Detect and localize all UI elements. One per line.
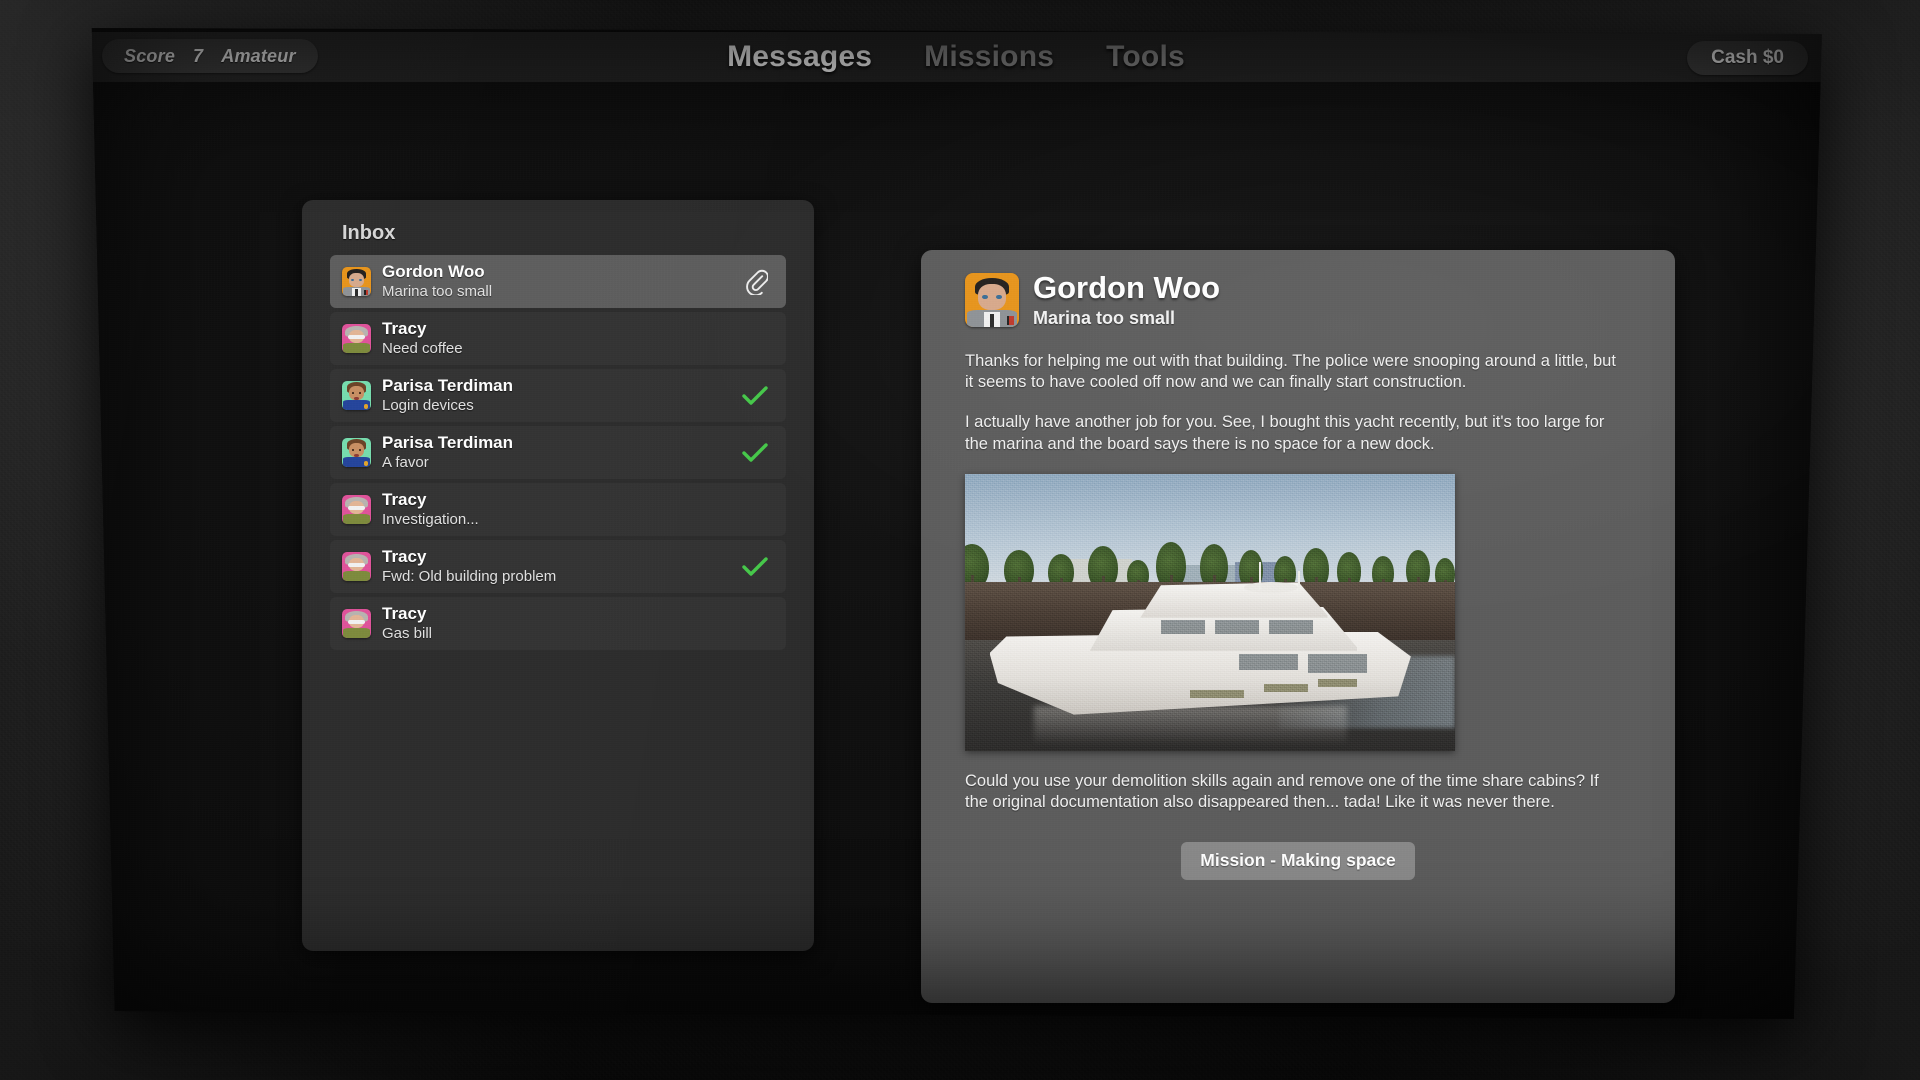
message-panel: Gordon Woo Marina too small Thanks for h… [921,250,1675,1003]
inbox-row-subject: Fwd: Old building problem [382,567,557,585]
attachment-icon [746,269,768,295]
inbox-list: Gordon Woo Marina too small Tracy Need coff… [330,255,786,650]
cash-value: Cash $0 [1711,47,1784,68]
inbox-row-sender: Parisa Terdiman [382,433,514,453]
app-body: Inbox Gordon Woo Marina too small Tracy Nee… [92,82,1822,1019]
inbox-row-subject: Need coffee [382,339,463,357]
inbox-row-sender: Tracy [382,319,427,339]
inbox-row[interactable]: Parisa Terdiman Login devices [330,369,786,422]
message-paragraph-1: Thanks for helping me out with that buil… [965,351,1616,392]
avatar [342,267,371,296]
inbox-row[interactable]: Tracy Need coffee [330,312,786,365]
inbox-row-subject: Investigation... [382,510,479,528]
inbox-row[interactable]: Gordon Woo Marina too small [330,255,786,308]
cash-hud: Cash $0 [1687,41,1808,75]
read-check-icon [742,556,768,578]
avatar [342,324,371,353]
avatar [342,552,371,581]
inbox-row-sender: Gordon Woo [382,262,485,282]
yacht-photo [965,473,1455,751]
inbox-row-sender: Tracy [382,547,427,567]
message-paragraph-3: Could you use your demolition skills aga… [965,771,1599,812]
inbox-row[interactable]: Tracy Gas bill [330,597,786,650]
message-header: Gordon Woo Marina too small [921,250,1675,329]
inbox-row[interactable]: Tracy Fwd: Old building problem [330,540,786,593]
tab-missions[interactable]: Missions [924,40,1054,74]
inbox-row-subject: Marina too small [382,282,493,300]
tab-tools[interactable]: Tools [1106,40,1185,74]
inbox-panel: Inbox Gordon Woo Marina too small Tracy Nee… [302,200,814,951]
inbox-row-subject: Login devices [382,396,474,414]
mission-button-row: Mission - Making space [921,842,1675,881]
inbox-row-subject: A favor [382,453,429,471]
inbox-row[interactable]: Tracy Investigation... [330,483,786,536]
inbox-row-sender: Tracy [382,490,427,510]
main-nav: Messages Missions Tools [92,32,1822,82]
avatar [342,609,371,638]
message-subject: Marina too small [1033,307,1176,328]
message-paragraph-2: I actually have another job for you. See… [965,413,1605,453]
inbox-row-sender: Tracy [382,604,427,624]
avatar [342,381,371,410]
inbox-row-sender: Parisa Terdiman [382,376,514,396]
inbox-row[interactable]: Parisa Terdiman A favor [330,426,786,479]
inbox-title: Inbox [342,222,396,244]
avatar [342,495,371,524]
inbox-row-subject: Gas bill [382,624,433,642]
tab-messages[interactable]: Messages [727,40,872,74]
avatar [965,273,1019,328]
read-check-icon [742,385,768,407]
avatar [342,438,371,467]
mission-button[interactable]: Mission - Making space [1181,842,1415,881]
message-sender: Gordon Woo [1033,270,1221,305]
read-check-icon [742,442,768,464]
top-bar: Score 7 Amateur Messages Missions Tools … [91,32,1822,82]
monitor-screen: Score 7 Amateur Messages Missions Tools … [76,28,1836,1023]
